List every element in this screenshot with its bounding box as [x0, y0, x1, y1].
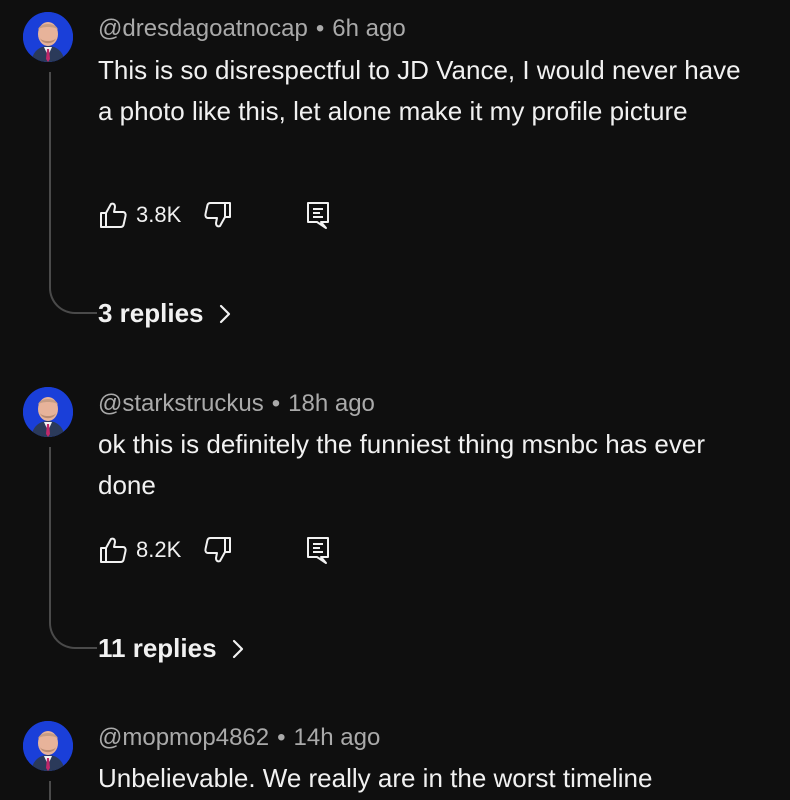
comment-text: Unbelievable. We really are in the worst…	[98, 763, 653, 793]
comment-time: 14h ago	[293, 724, 381, 751]
meta-separator: •	[277, 724, 286, 751]
comment-author[interactable]: @mopmop4862	[98, 724, 269, 751]
comment-meta: @mopmop4862 • 14h ago	[98, 724, 380, 752]
avatar[interactable]	[23, 721, 73, 771]
comment-item: @mopmop4862 • 14h ago Unbelievable. We rea…	[0, 0, 790, 800]
thread-line	[49, 781, 51, 800]
